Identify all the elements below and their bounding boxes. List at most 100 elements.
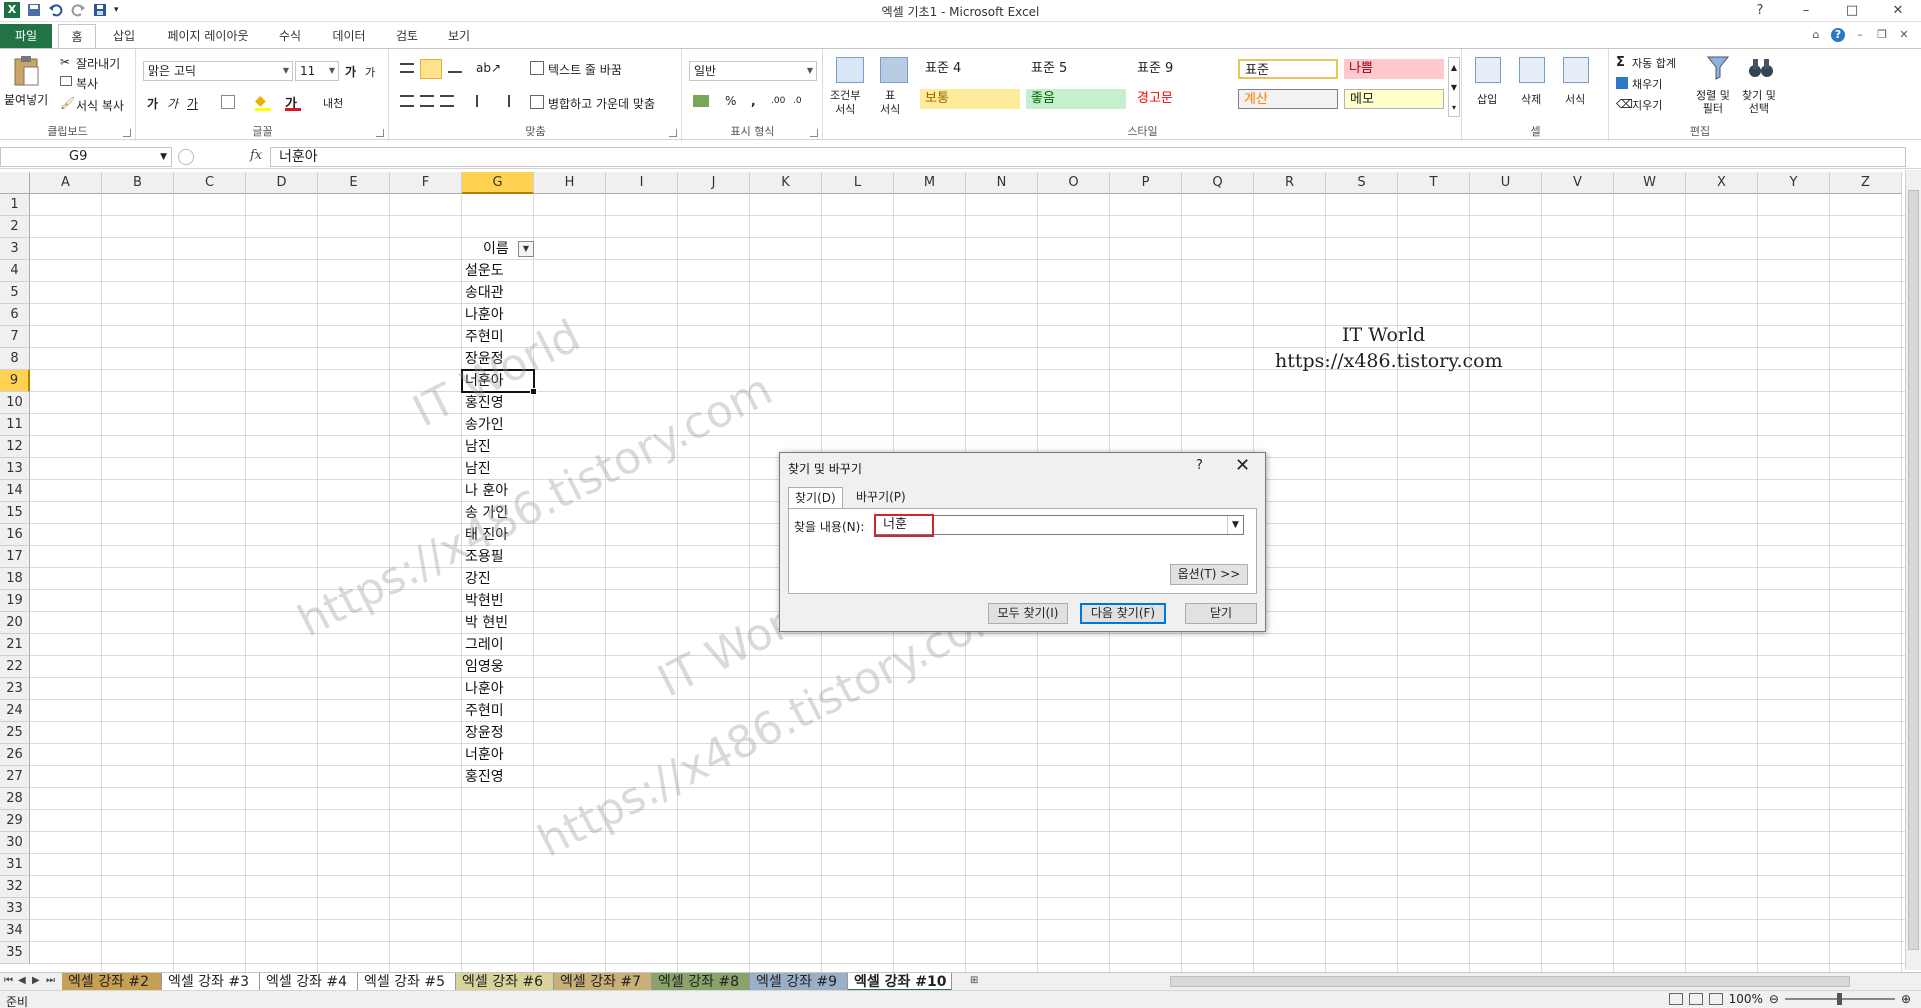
style-warning[interactable]: 경고문 xyxy=(1132,89,1232,109)
increase-font-button[interactable]: 가 xyxy=(345,63,356,80)
zoom-out-icon[interactable]: ⊖ xyxy=(1769,992,1779,1006)
next-sheet-icon[interactable]: ▶ xyxy=(32,975,40,986)
delete-cells-icon[interactable] xyxy=(1519,57,1545,83)
align-top-icon[interactable] xyxy=(400,63,414,73)
column-header-n[interactable]: N xyxy=(966,172,1038,194)
fill-color-icon[interactable]: ◆ xyxy=(255,93,266,109)
row-header-31[interactable]: 31 xyxy=(0,854,30,876)
column-header-v[interactable]: V xyxy=(1542,172,1614,194)
help-icon[interactable]: ? xyxy=(1737,0,1783,22)
sort-filter-icon[interactable] xyxy=(1706,55,1730,81)
align-center-icon[interactable] xyxy=(420,95,434,107)
phonetic-button[interactable]: 내천 xyxy=(323,95,343,111)
formula-input[interactable]: 너훈아 xyxy=(270,147,1906,167)
table-format-icon[interactable] xyxy=(880,57,908,83)
row-header-18[interactable]: 18 xyxy=(0,568,30,590)
row-header-30[interactable]: 30 xyxy=(0,832,30,854)
row-header-1[interactable]: 1 xyxy=(0,194,30,216)
decrease-decimal-button[interactable]: .0 xyxy=(793,96,802,106)
vertical-scrollbar[interactable] xyxy=(1905,170,1921,970)
cut-button[interactable]: 잘라내기 xyxy=(76,55,120,72)
row-header-35[interactable]: 35 xyxy=(0,942,30,964)
row-header-19[interactable]: 19 xyxy=(0,590,30,612)
column-header-t[interactable]: T xyxy=(1398,172,1470,194)
column-header-z[interactable]: Z xyxy=(1830,172,1902,194)
sheet-tab-5[interactable]: 엑셀 강좌 #5 xyxy=(358,973,456,991)
cell-g26[interactable]: 너훈아 xyxy=(462,744,504,766)
autosum-button[interactable]: 자동 합계 xyxy=(1632,55,1676,71)
wrap-text-button[interactable]: 텍스트 줄 바꿈 xyxy=(548,61,622,78)
row-header-26[interactable]: 26 xyxy=(0,744,30,766)
cell-g23[interactable]: 나훈아 xyxy=(462,678,504,700)
format-painter-icon[interactable]: 🖌 xyxy=(60,96,75,110)
horizontal-scrollbar[interactable] xyxy=(1150,975,1920,989)
column-header-g[interactable]: G xyxy=(462,172,534,194)
page-layout-view-icon[interactable] xyxy=(1688,993,1703,1005)
column-header-y[interactable]: Y xyxy=(1758,172,1830,194)
active-cell-g9[interactable] xyxy=(461,369,537,395)
column-header-a[interactable]: A xyxy=(30,172,102,194)
format-cells-button[interactable]: 서식 xyxy=(1565,91,1585,107)
sheet-tab-10[interactable]: 엑셀 강좌 #10 xyxy=(848,973,952,991)
sheet-tab-8[interactable]: 엑셀 강좌 #8 xyxy=(652,973,750,991)
row-header-17[interactable]: 17 xyxy=(0,546,30,568)
currency-icon[interactable] xyxy=(693,95,709,107)
delete-cells-button[interactable]: 삭제 xyxy=(1521,91,1541,107)
fill-button[interactable]: 채우기 xyxy=(1632,76,1662,92)
font-launcher-icon[interactable] xyxy=(376,129,384,137)
dialog-close-button[interactable]: 닫기 xyxy=(1185,603,1257,624)
cell-g15[interactable]: 송 가인 xyxy=(462,502,508,524)
minimize-button[interactable]: – xyxy=(1783,0,1829,22)
number-format-select[interactable]: 일반 ▼ xyxy=(689,61,817,81)
italic-button[interactable]: 가 xyxy=(167,95,178,112)
font-size-select[interactable]: 11 ▼ xyxy=(295,61,339,81)
row-header-33[interactable]: 33 xyxy=(0,898,30,920)
sort-filter-button[interactable]: 정렬 및 필터 xyxy=(1696,89,1730,115)
decrease-font-button[interactable]: 가 xyxy=(365,64,375,80)
styles-scroll-icon[interactable]: ▲ ▼ ▾ xyxy=(1448,57,1460,117)
cell-g5[interactable]: 송대관 xyxy=(462,282,504,304)
column-header-c[interactable]: C xyxy=(174,172,246,194)
prev-sheet-icon[interactable]: ◀ xyxy=(18,975,26,986)
style-normal-4[interactable]: 표준 4 xyxy=(920,59,1020,79)
align-middle-icon[interactable] xyxy=(420,59,442,79)
row-header-6[interactable]: 6 xyxy=(0,304,30,326)
cell-g19[interactable]: 박현빈 xyxy=(462,590,504,612)
first-sheet-icon[interactable]: ⏮ xyxy=(4,975,13,986)
row-header-15[interactable]: 15 xyxy=(0,502,30,524)
align-left-icon[interactable] xyxy=(400,95,414,107)
cell-g20[interactable]: 박 현빈 xyxy=(462,612,508,634)
sheet-tab-7[interactable]: 엑셀 강좌 #7 xyxy=(554,973,652,991)
conditional-format-button[interactable]: 조건부 서식 xyxy=(830,89,860,117)
column-header-e[interactable]: E xyxy=(318,172,390,194)
style-note[interactable]: 메모 xyxy=(1344,89,1444,109)
row-header-7[interactable]: 7 xyxy=(0,326,30,348)
help-circle-icon[interactable]: ? xyxy=(1831,28,1845,42)
tab-page-layout[interactable]: 페이지 레이아웃 xyxy=(158,24,258,48)
formula-bar-resize-icon[interactable] xyxy=(178,149,194,165)
dialog-close-icon[interactable]: ✕ xyxy=(1235,455,1250,476)
cell-g7[interactable]: 주현미 xyxy=(462,326,504,348)
format-cells-icon[interactable] xyxy=(1563,57,1589,83)
zoom-slider[interactable] xyxy=(1784,993,1895,1005)
cell-g18[interactable]: 강진 xyxy=(462,568,491,590)
find-next-button[interactable]: 다음 찾기(F) xyxy=(1080,603,1166,624)
column-header-q[interactable]: Q xyxy=(1182,172,1254,194)
column-header-x[interactable]: X xyxy=(1686,172,1758,194)
style-normal-9[interactable]: 표준 9 xyxy=(1132,59,1232,79)
row-header-2[interactable]: 2 xyxy=(0,216,30,238)
page-break-view-icon[interactable] xyxy=(1708,993,1723,1005)
row-header-16[interactable]: 16 xyxy=(0,524,30,546)
increase-decimal-button[interactable]: .00 xyxy=(771,96,785,106)
cell-g12[interactable]: 남진 xyxy=(462,436,491,458)
normal-view-icon[interactable] xyxy=(1668,993,1683,1005)
filter-dropdown-icon[interactable]: ▼ xyxy=(518,241,534,257)
find-all-button[interactable]: 모두 찾기(I) xyxy=(988,603,1068,624)
column-header-i[interactable]: I xyxy=(606,172,678,194)
sheet-tab-9[interactable]: 엑셀 강좌 #9 xyxy=(750,973,848,991)
row-header-34[interactable]: 34 xyxy=(0,920,30,942)
paste-button[interactable]: 붙여넣기 xyxy=(4,91,48,108)
style-good[interactable]: 좋음 xyxy=(1026,89,1126,109)
sheet-tab-3[interactable]: 엑셀 강좌 #3 xyxy=(162,973,260,991)
row-header-10[interactable]: 10 xyxy=(0,392,30,414)
